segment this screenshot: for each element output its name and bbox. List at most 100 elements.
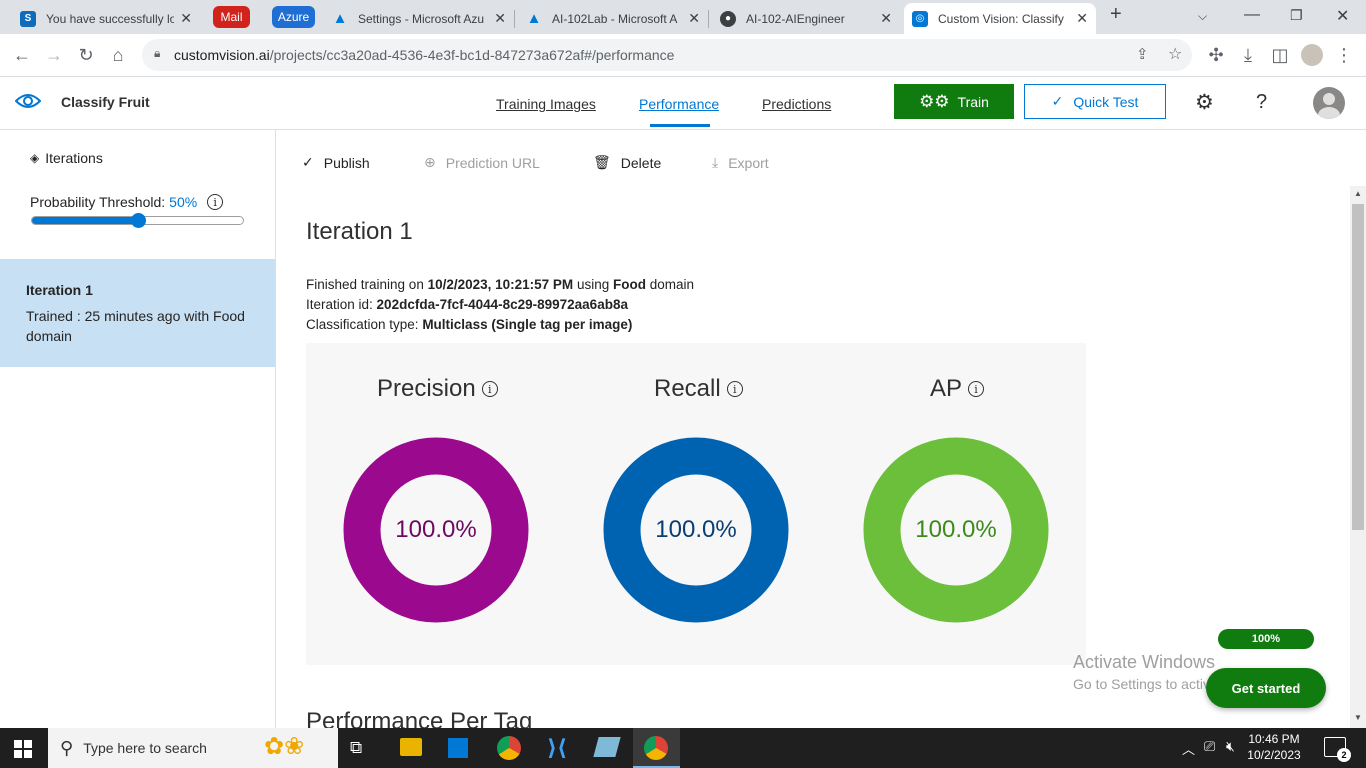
layers-icon: ◈ (30, 151, 40, 165)
precision-donut: 100.0% (343, 437, 529, 623)
browser-tab-1[interactable]: S You have successfully lo ✕ (12, 3, 200, 34)
close-tab-icon[interactable]: ✕ (880, 10, 892, 27)
threshold-slider[interactable] (31, 213, 244, 228)
iteration-name: Iteration 1 (26, 282, 93, 298)
sunflower-icon: ✿❀ (264, 733, 305, 760)
delete-button[interactable]: 🗑︎ Delete (593, 154, 661, 171)
iteration-desc: Trained : 25 minutes ago with Food domai… (26, 308, 245, 344)
chrome-icon[interactable] (497, 736, 521, 760)
bookmark-star-icon[interactable]: ☆ (1168, 44, 1182, 64)
close-tab-icon[interactable]: ✕ (180, 10, 192, 27)
gears-icon: ⚙⚙ (919, 91, 950, 111)
azure-favicon-icon: ▲ (332, 10, 348, 27)
back-icon[interactable]: ← (11, 44, 33, 66)
taskbar-search-box[interactable]: ⚲ Type here to search ✿❀ (48, 728, 338, 768)
info-icon[interactable]: i (968, 381, 985, 397)
browser-tab-active[interactable]: ◎ Custom Vision: Classify ✕ (904, 3, 1096, 34)
scroll-down-arrow-icon[interactable]: ▼ (1354, 713, 1362, 722)
profile-avatar[interactable] (1301, 44, 1323, 66)
precision-title: Precision i (377, 375, 498, 403)
clock-time: 10:46 PM (1248, 732, 1300, 746)
chrome-active-taskbar-item[interactable] (633, 728, 680, 768)
new-tab-icon[interactable]: + (1110, 3, 1122, 26)
notifications-icon[interactable]: 2 (1324, 737, 1351, 762)
get-started-button[interactable]: Get started (1206, 668, 1326, 708)
show-hidden-icons-icon[interactable]: ︿ (1182, 739, 1195, 758)
export-button[interactable]: ⤓ Export (712, 154, 769, 171)
restore-icon[interactable]: ❐ (1290, 7, 1303, 24)
url-host: customvision.ai (174, 47, 270, 63)
windows-start-icon[interactable] (14, 740, 32, 758)
performance-per-tag-heading: Performance Per Tag (306, 708, 533, 728)
home-icon[interactable]: ⌂ (107, 44, 129, 66)
nav-training-images[interactable]: Training Images (496, 96, 596, 112)
nav-performance[interactable]: Performance (639, 96, 719, 112)
recall-donut: 100.0% (603, 437, 789, 623)
scrollbar-thumb[interactable] (1352, 204, 1364, 530)
page-scrollbar[interactable]: ▲ ▼ (1350, 186, 1366, 728)
forward-icon[interactable]: → (43, 44, 65, 66)
info-icon[interactable]: i (481, 381, 498, 397)
info-icon[interactable]: i (207, 194, 224, 210)
tab-title: AI-102-AIEngineer (746, 11, 845, 26)
reload-icon[interactable]: ↻ (75, 44, 97, 66)
app-header: Classify Fruit Training Images Performan… (0, 77, 1366, 130)
file-explorer-icon[interactable] (400, 738, 422, 756)
iterations-sidebar: ◈ Iterations Probability Threshold: 50% … (0, 130, 276, 728)
tab-search-chevron-icon[interactable]: ⌵ (1198, 9, 1207, 24)
info-icon[interactable]: i (726, 381, 743, 397)
downloads-icon[interactable]: ⤓ (1237, 44, 1259, 66)
publish-button[interactable]: ✓ Publish (302, 154, 370, 171)
ap-donut: 100.0% (863, 437, 1049, 623)
minimize-icon[interactable]: — (1244, 6, 1260, 24)
threshold-slider-thumb[interactable] (130, 213, 146, 228)
microsoft-store-icon[interactable] (448, 738, 468, 758)
tab-title: Custom Vision: Classify (938, 11, 1064, 26)
extensions-icon[interactable]: ✣ (1205, 44, 1227, 66)
metrics-panel: Precision i Recall i AP i 100.0% 100.0% 100… (306, 343, 1086, 665)
iteration-list-item[interactable]: Iteration 1 Trained : 25 minutes ago wit… (0, 259, 275, 367)
share-icon[interactable]: ⇪ (1136, 45, 1149, 63)
export-label: Export (728, 154, 769, 171)
browser-menu-icon[interactable]: ⋮ (1333, 44, 1355, 66)
train-button[interactable]: ⚙⚙ Train (894, 84, 1014, 119)
address-bar[interactable]: 🔒︎ customvision.ai/projects/cc3a20ad-453… (142, 39, 1192, 71)
lock-icon: 🔒︎ (154, 46, 161, 60)
close-tab-icon[interactable]: ✕ (494, 10, 506, 27)
close-tab-icon[interactable]: ✕ (688, 10, 700, 27)
user-avatar[interactable] (1313, 87, 1345, 119)
task-view-icon[interactable]: ⧉ (350, 738, 362, 758)
close-window-icon[interactable]: ✕ (1336, 6, 1349, 26)
custom-vision-eye-icon[interactable] (15, 91, 41, 111)
trash-icon: 🗑︎ (593, 154, 611, 170)
browser-tab-4[interactable]: ● AI-102-AIEngineer ✕ (712, 3, 900, 34)
network-icon[interactable]: ⎚ (1204, 738, 1215, 755)
mail-pill[interactable]: Mail (213, 6, 250, 28)
browser-tab-2[interactable]: ▲ Settings - Microsoft Azu ✕ (324, 3, 514, 34)
close-tab-icon[interactable]: ✕ (1076, 10, 1088, 27)
vscode-icon[interactable]: ⟩⟨ (547, 735, 567, 761)
quick-test-button[interactable]: ✓ Quick Test (1024, 84, 1166, 119)
tab-separator (514, 10, 515, 28)
clock-date: 10/2/2023 (1247, 748, 1301, 762)
settings-gear-icon[interactable]: ⚙ (1195, 90, 1214, 115)
nav-predictions[interactable]: Predictions (762, 96, 831, 112)
tab-title: AI-102Lab - Microsoft A (552, 11, 678, 26)
side-panel-icon[interactable]: ◫ (1269, 44, 1291, 66)
notepad-icon[interactable] (593, 737, 621, 757)
azure-pill[interactable]: Azure (272, 6, 315, 28)
help-icon[interactable]: ? (1256, 91, 1267, 114)
iteration-id-line: Iteration id: 202dcfda-7fcf-4044-8c29-89… (306, 297, 628, 312)
volume-muted-icon[interactable]: 🔇︎ (1226, 738, 1235, 755)
clock[interactable]: 10:46 PM 10/2/2023 (1246, 731, 1302, 763)
prediction-url-button[interactable]: ⊕ Prediction URL (424, 154, 540, 171)
project-name: Classify Fruit (61, 94, 150, 110)
threshold-label: Probability Threshold: (30, 194, 166, 210)
github-favicon-icon: ● (720, 10, 736, 27)
recall-value: 100.0% (655, 516, 737, 543)
checkmark-icon: ✓ (1051, 93, 1064, 109)
browser-tab-3[interactable]: ▲ AI-102Lab - Microsoft A ✕ (518, 3, 708, 34)
activate-windows-title: Activate Windows (1073, 652, 1216, 672)
tab-separator (708, 10, 709, 28)
scroll-up-arrow-icon[interactable]: ▲ (1354, 189, 1362, 198)
